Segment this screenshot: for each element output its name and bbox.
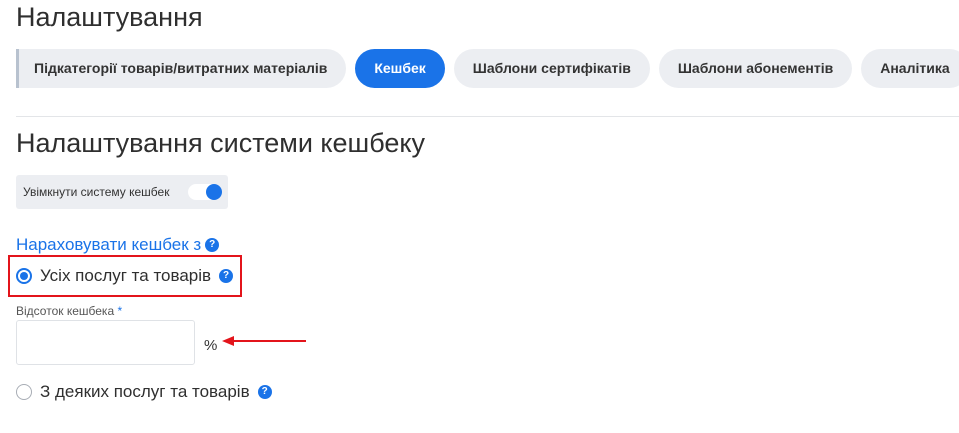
settings-tabs: Підкатегорії товарів/витратних матеріалі…: [16, 49, 959, 88]
toggle-label: Увімкнути систему кешбек: [23, 185, 170, 199]
required-mark: *: [117, 304, 123, 318]
radio-some-services[interactable]: З деяких послуг та товарів ?: [16, 382, 272, 402]
tab-cashback[interactable]: Кешбек: [355, 49, 445, 88]
tab-certificate-templates[interactable]: Шаблони сертифікатів: [453, 49, 650, 88]
help-icon[interactable]: ?: [205, 238, 220, 252]
tab-subscription-templates[interactable]: Шаблони абонементів: [658, 49, 853, 88]
help-icon[interactable]: ?: [257, 385, 272, 399]
charge-from-title: Нараховувати кешбек з: [16, 235, 202, 254]
radio-some-label: З деяких послуг та товарів: [40, 382, 250, 401]
cashback-percent-input[interactable]: [16, 320, 195, 365]
cashback-toggle-switch[interactable]: [188, 184, 222, 200]
tab-analytics[interactable]: Аналітика: [861, 49, 959, 88]
radio-all-label: Усіх послуг та товарів: [40, 266, 212, 285]
percent-field-label: Відсоток кешбека *: [16, 304, 122, 318]
tab-subcategories[interactable]: Підкатегорії товарів/витратних матеріалі…: [16, 49, 347, 88]
radio-all-services[interactable]: Усіх послуг та товарів ?: [16, 266, 234, 286]
cashback-toggle-row: Увімкнути систему кешбек: [16, 175, 228, 209]
radio-unchecked-icon[interactable]: [16, 384, 32, 400]
page-title: Налаштування: [16, 2, 203, 32]
divider: [16, 116, 959, 117]
annotation-arrow-icon: [222, 336, 306, 346]
toggle-knob: [206, 184, 222, 200]
section-title: Налаштування системи кешбеку: [16, 128, 426, 158]
percent-unit: %: [204, 337, 218, 354]
charge-from-heading: Нараховувати кешбек з ?: [16, 235, 220, 255]
percent-label-text: Відсоток кешбека: [16, 304, 115, 318]
help-icon[interactable]: ?: [219, 269, 234, 283]
radio-checked-icon[interactable]: [16, 268, 32, 284]
